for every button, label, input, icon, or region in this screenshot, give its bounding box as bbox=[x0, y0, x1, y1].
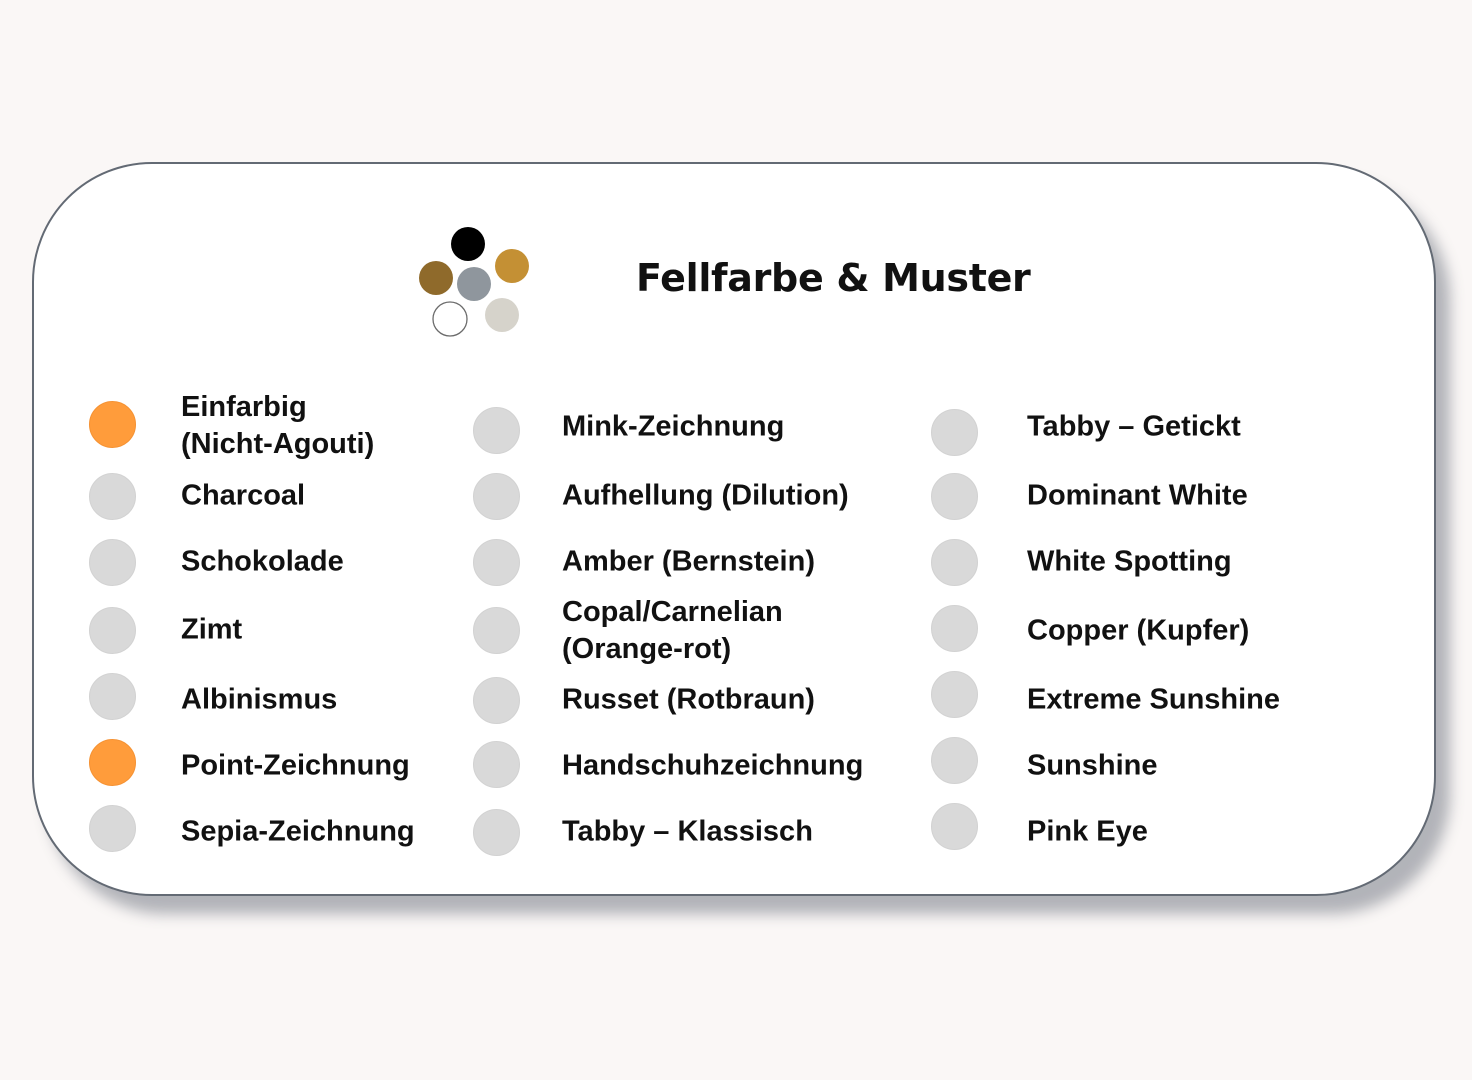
option-label: Amber (Bernstein) bbox=[562, 545, 815, 578]
option-radio-1-2[interactable] bbox=[473, 539, 520, 586]
option-radio-2-3[interactable] bbox=[931, 605, 978, 652]
option-label: Dominant White bbox=[1027, 479, 1248, 512]
option-radio-2-5[interactable] bbox=[931, 737, 978, 784]
option-label: Sunshine bbox=[1027, 749, 1158, 782]
option-label: Mink-Zeichnung bbox=[562, 410, 785, 443]
logo-dot-brown bbox=[419, 261, 453, 295]
option-radio-2-0[interactable] bbox=[931, 409, 978, 456]
option-label: Extreme Sunshine bbox=[1027, 683, 1281, 716]
option-label: Tabby – Klassisch bbox=[562, 815, 813, 848]
option-radio-0-1[interactable] bbox=[89, 473, 136, 520]
option-label: White Spotting bbox=[1027, 545, 1232, 578]
option-radio-1-3[interactable] bbox=[473, 607, 520, 654]
logo-dot-black bbox=[451, 227, 485, 261]
option-label: Sepia-Zeichnung bbox=[181, 815, 415, 848]
option-label: Zimt bbox=[181, 613, 243, 646]
option-radio-0-5[interactable] bbox=[89, 739, 136, 786]
option-label: Pink Eye bbox=[1027, 815, 1148, 848]
option-radio-1-1[interactable] bbox=[473, 473, 520, 520]
option-label: Russet (Rotbraun) bbox=[562, 683, 815, 716]
option-radio-1-4[interactable] bbox=[473, 677, 520, 724]
page-title: Fellfarbe & Muster bbox=[636, 256, 1031, 300]
option-radio-0-3[interactable] bbox=[89, 607, 136, 654]
option-label: Aufhellung (Dilution) bbox=[562, 479, 849, 512]
option-label: Copal/Carnelian (Orange-rot) bbox=[562, 596, 783, 665]
logo-dot-gold bbox=[495, 249, 529, 283]
option-radio-2-1[interactable] bbox=[931, 473, 978, 520]
option-radio-2-4[interactable] bbox=[931, 671, 978, 718]
option-label: Albinismus bbox=[181, 683, 338, 716]
option-label: Handschuhzeichnung bbox=[562, 749, 864, 782]
option-label: Schokolade bbox=[181, 545, 344, 578]
option-radio-0-4[interactable] bbox=[89, 673, 136, 720]
option-radio-0-2[interactable] bbox=[89, 539, 136, 586]
option-radio-0-0[interactable] bbox=[89, 401, 136, 448]
option-radio-1-0[interactable] bbox=[473, 407, 520, 454]
paint-palette-dots-icon bbox=[419, 227, 529, 337]
option-label: Charcoal bbox=[181, 479, 306, 512]
option-radio-1-5[interactable] bbox=[473, 741, 520, 788]
option-label: Einfarbig (Nicht-Agouti) bbox=[181, 391, 375, 460]
logo-dot-grey bbox=[457, 267, 491, 301]
option-radio-2-2[interactable] bbox=[931, 539, 978, 586]
option-label: Tabby – Getickt bbox=[1027, 410, 1241, 443]
option-radio-2-6[interactable] bbox=[931, 803, 978, 850]
option-radio-1-6[interactable] bbox=[473, 809, 520, 856]
option-radio-0-6[interactable] bbox=[89, 805, 136, 852]
logo-dot-beige bbox=[485, 298, 519, 332]
option-label: Copper (Kupfer) bbox=[1027, 614, 1250, 647]
logo-dot-white bbox=[432, 301, 468, 337]
option-label: Point-Zeichnung bbox=[181, 749, 410, 782]
